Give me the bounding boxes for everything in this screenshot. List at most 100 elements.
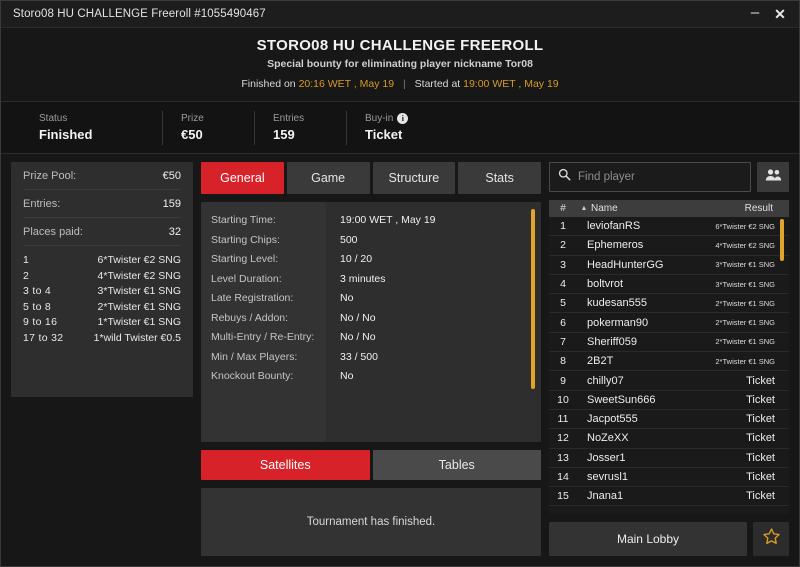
table-row[interactable]: 9 chilly07 Ticket [549, 371, 789, 391]
favorite-button[interactable] [753, 522, 789, 556]
player-name: Sheriff059 [587, 335, 637, 348]
prize-pool-panel: Prize Pool: €50 Entries: 159 Places paid: 32 … [11, 162, 193, 397]
prize-row: Places paid: 32 [23, 218, 181, 246]
table-row[interactable]: 10 SweetSun666 Ticket [549, 391, 789, 410]
table-row[interactable]: 1 leviofanRS 6*Twister €2 SNG [549, 217, 789, 237]
info-label-column: Starting Time: Starting Chips: Starting Le… [201, 202, 326, 443]
info-value: 10 / 20 [340, 253, 373, 265]
player-rank: 14 [557, 471, 569, 483]
player-result: Ticket [746, 490, 775, 503]
status-label: Prize [181, 113, 236, 124]
players-footer: Main Lobby [549, 522, 789, 556]
finished-label: Finished on [241, 78, 296, 90]
payout-place: 17 to 32 [23, 331, 64, 344]
subtab-tables[interactable]: Tables [372, 450, 541, 481]
table-row[interactable]: 14 sevrusl1 Ticket [549, 468, 789, 488]
info-value: 500 [340, 233, 358, 246]
info-label: Knockout Bounty: [211, 370, 294, 382]
player-name: NoZeXX [587, 432, 629, 445]
player-result: Ticket [746, 413, 775, 426]
info-label: Starting Level: [211, 253, 279, 265]
player-rank: 6 [560, 316, 566, 329]
players-scrollbar[interactable] [780, 219, 784, 261]
info-value: 3 minutes [340, 272, 386, 285]
player-rank: 12 [557, 432, 569, 445]
window-controls: – ✕ [748, 5, 791, 22]
player-name: Jacpot555 [587, 413, 638, 426]
tab-stats[interactable]: Stats [458, 162, 541, 194]
player-name: SweetSun666 [587, 393, 656, 406]
player-rank: 15 [557, 490, 569, 503]
header-result[interactable]: Result [711, 203, 789, 214]
payout-place: 9 to 16 [23, 316, 58, 328]
tab-structure[interactable]: Structure [372, 162, 456, 194]
search-icon [558, 168, 571, 186]
table-row[interactable]: 5 kudesan555 2*Twister €1 SNG [549, 294, 789, 314]
info-value: No [340, 292, 354, 304]
close-icon[interactable]: ✕ [773, 7, 787, 21]
player-name: chilly07 [587, 374, 624, 387]
tournament-title: STORO08 HU CHALLENGE FREEROLL [256, 37, 544, 54]
table-row[interactable]: 2 Ephemeros 4*Twister €2 SNG [549, 236, 789, 256]
player-name: leviofanRS [587, 220, 641, 233]
prize-column: Prize Pool: €50 Entries: 159 Places paid: 32 … [11, 162, 193, 556]
info-value: 33 / 500 [340, 350, 378, 363]
player-rank: 7 [560, 335, 566, 348]
search-box[interactable] [549, 162, 751, 192]
player-rank: 8 [560, 355, 566, 368]
table-row[interactable]: 4 boltvrot 3*Twister €1 SNG [549, 275, 789, 295]
player-rank: 5 [560, 297, 566, 310]
satellites-panel: Tournament has finished. [201, 488, 541, 556]
info-label: Starting Chips: [211, 233, 280, 246]
payout-place: 2 [23, 269, 30, 282]
prize-row: Prize Pool: €50 [23, 162, 181, 190]
table-row[interactable]: 12 NoZeXX Ticket [549, 429, 789, 449]
player-result: 2*Twister €1 SNG [715, 356, 775, 366]
prize-row-key: Places paid: [23, 225, 83, 238]
table-row[interactable]: 11 Jacpot555 Ticket [549, 410, 789, 430]
table-row[interactable]: 15 Jnana1 Ticket [549, 487, 789, 507]
main-lobby-button[interactable]: Main Lobby [549, 522, 747, 556]
table-row[interactable]: 8 2B2T 2*Twister €1 SNG [549, 352, 789, 372]
finished-time: 20:16 WET , May 19 [298, 78, 395, 90]
tournament-lobby-window: Storo08 HU CHALLENGE Freeroll #105549046… [0, 0, 800, 567]
player-rank: 3 [560, 258, 566, 271]
status-value: Ticket [365, 127, 403, 142]
prize-row-key: Prize Pool: [23, 169, 77, 182]
player-result: Ticket [746, 451, 775, 464]
info-icon[interactable]: i [397, 113, 409, 124]
header-name[interactable]: Name [591, 203, 711, 214]
table-row[interactable]: 13 Josser1 Ticket [549, 449, 789, 468]
header-rank[interactable]: # [549, 203, 577, 214]
players-column: # ▲ Name Result 1 leviofanRS 6*Twister €2 … [549, 162, 789, 556]
tab-game[interactable]: Game [286, 162, 370, 194]
payout-row: 3 to 4 3*Twister €1 SNG [23, 284, 181, 300]
table-row[interactable]: 6 pokerman90 2*Twister €1 SNG [549, 313, 789, 333]
players-table-header: # ▲ Name Result [549, 200, 789, 217]
started-label: Started at [414, 78, 461, 90]
payout-row: 5 to 8 2*Twister €1 SNG [23, 300, 181, 316]
search-input[interactable] [578, 171, 742, 183]
player-name: Josser1 [587, 451, 626, 464]
subtab-satellites[interactable]: Satellites [201, 450, 370, 481]
players-list-button[interactable] [757, 162, 789, 192]
table-row[interactable]: 3 HeadHunterGG 3*Twister €1 SNG [549, 256, 789, 275]
tab-general[interactable]: General [201, 162, 284, 194]
player-name: HeadHunterGG [587, 258, 664, 271]
sort-asc-icon[interactable]: ▲ [577, 205, 591, 212]
status-label: Entries [273, 113, 328, 124]
info-scrollbar[interactable] [531, 209, 535, 389]
player-name: kudesan555 [587, 297, 647, 310]
tournament-subtitle: Special bounty for eliminating player ni… [267, 58, 533, 70]
status-item-entries: Entries 159 [255, 110, 347, 145]
payout-row: 17 to 32 1*wild Twister €0.5 [23, 331, 181, 347]
status-item-buy-in: Buy-in i Ticket [347, 111, 439, 145]
satellites-message: Tournament has finished. [306, 516, 436, 529]
players-table: # ▲ Name Result 1 leviofanRS 6*Twister €2 … [549, 200, 789, 514]
status-label-text: Prize [181, 113, 204, 124]
player-result: 3*Twister €1 SNG [715, 279, 775, 289]
minimize-icon[interactable]: – [748, 5, 762, 20]
table-row[interactable]: 7 Sheriff059 2*Twister €1 SNG [549, 333, 789, 353]
player-result: Ticket [746, 374, 775, 387]
player-name: Jnana1 [587, 490, 624, 503]
